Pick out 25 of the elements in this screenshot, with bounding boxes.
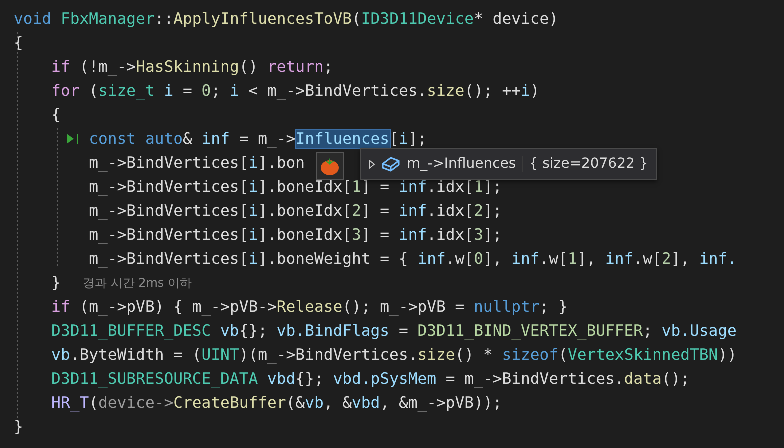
code-line: for (size_t i = 0; i < m_->BindVertices.size(); ++i) <box>50 81 540 102</box>
code-line: void FbxManager::ApplyInfluencesToVB(ID3D11Device* device) <box>14 9 559 30</box>
code-line: if (!m_->HasSkinning() return; <box>50 57 334 78</box>
code-line: if (m_->pVB) { m_->pVB->Release(); m_->pVB = nullptr; } <box>50 297 568 318</box>
code-line: { <box>14 33 24 54</box>
expand-triangle-icon[interactable] <box>369 160 375 168</box>
run-to-cursor-icon[interactable] <box>66 133 80 145</box>
code-line: HR_T(device->CreateBuffer(&vb, &vbd, &m_->pVB)); <box>50 393 502 414</box>
code-line: D3D11_SUBRESOURCE_DATA vbd{}; vbd.pSysMem = m_->BindVertices.data(); <box>50 369 690 390</box>
code-line: { <box>50 105 61 126</box>
code-line: m_->BindVertices[i].boneWeight = { inf.w[0], inf.w[1], inf.w[2], inf. <box>88 249 737 270</box>
elapsed-time-hint: 경과 시간 2ms 이하 <box>82 275 192 292</box>
cube-icon <box>381 156 401 172</box>
code-line: } <box>50 273 61 294</box>
code-line: D3D11_BUFFER_DESC vb{}; vb.BindFlags = D3D11_BIND_VERTEX_BUFFER; vb.Usage <box>50 321 737 342</box>
code-line: m_->BindVertices[i].boneIdx[1] = inf.idx[1]; <box>88 177 502 198</box>
code-line: const auto& inf = m_->Influences[i]; <box>88 129 428 150</box>
code-line: m_->BindVertices[i].boneIdx[3] = inf.idx[3]; <box>88 225 502 246</box>
code-line: vb.ByteWidth = (UINT)(m_->BindVertices.size() * sizeof(VertexSkinnedTBN)) <box>50 345 737 366</box>
code-line: m_->BindVertices[i].bon <box>88 153 306 174</box>
code-line: } <box>14 417 24 438</box>
code-line: m_->BindVertices[i].boneIdx[2] = inf.idx[2]; <box>88 201 502 222</box>
datatip-expression: m_->Influences <box>407 156 516 172</box>
datatip-value: { size=207622 } <box>522 156 648 172</box>
tomato-icon[interactable] <box>316 152 344 180</box>
